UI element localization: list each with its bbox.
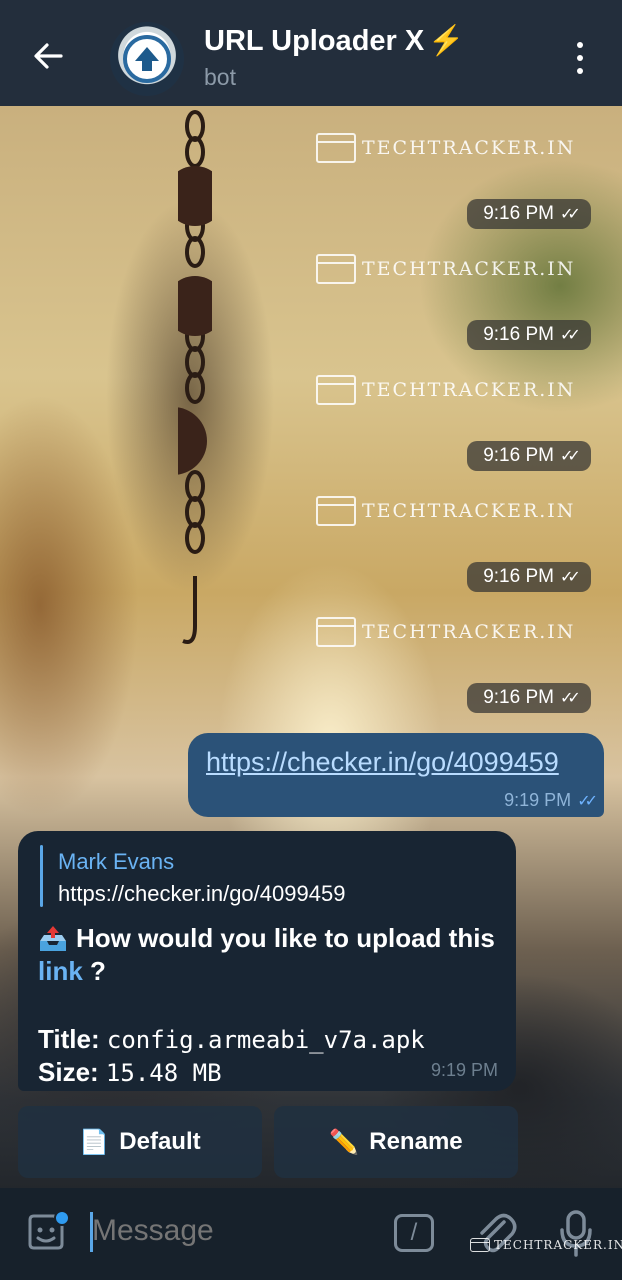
message-link[interactable]: https://checker.in/go/4099459 [206, 747, 559, 778]
chat-area[interactable]: TECHTRACKER.IN 9:16 PM ✓✓ TECHTRACKER.IN … [0, 106, 622, 1188]
chat-header: URL Uploader X ⚡ bot [0, 0, 622, 106]
arrow-left-icon [34, 43, 63, 69]
default-button-label: Default [119, 1128, 201, 1155]
outbox-tray-icon [40, 925, 66, 951]
chat-subtitle: bot [204, 64, 236, 90]
file-title: Title: config.armeabi_v7a.apk [38, 1024, 425, 1054]
incoming-message[interactable]: Mark Evans https://checker.in/go/4099459… [18, 831, 516, 1091]
lightning-emoji: ⚡ [428, 25, 465, 57]
chat-title[interactable]: URL Uploader X ⚡ [204, 24, 464, 58]
message-time: 9:19 PM ✓✓ [504, 790, 598, 810]
message-time: 9:16 PM ✓✓ [467, 199, 591, 229]
question-text: How would you like to upload this [38, 923, 495, 954]
watermark: TECHTRACKER.IN [316, 494, 575, 528]
rename-button-label: Rename [369, 1128, 463, 1155]
avatar[interactable] [110, 22, 184, 96]
notification-dot [54, 1210, 70, 1226]
default-button[interactable]: 📄 Default [18, 1106, 262, 1178]
file-size: Size: 15.48 MB [38, 1057, 222, 1087]
background-chain-decoration [178, 110, 212, 644]
double-check-icon: ✓✓ [577, 792, 598, 810]
message-time: 9:16 PM ✓✓ [467, 441, 591, 471]
corner-watermark: TECHTRACKER.IN [470, 1238, 622, 1252]
outgoing-message[interactable]: https://checker.in/go/4099459 9:19 PM ✓✓ [188, 733, 604, 817]
message-time: 9:19 PM [430, 1060, 498, 1080]
reply-quote-bar [40, 845, 43, 907]
reply-text[interactable]: https://checker.in/go/4099459 [58, 881, 345, 907]
bot-command-icon[interactable]: / [394, 1214, 434, 1252]
reply-sender[interactable]: Mark Evans [58, 849, 174, 875]
question-text-continued: link ? [38, 956, 106, 986]
rename-button[interactable]: ✏️ Rename [274, 1106, 518, 1178]
message-time: 9:16 PM ✓✓ [467, 320, 591, 350]
message-time: 9:16 PM ✓✓ [467, 683, 591, 713]
message-input[interactable] [92, 1214, 372, 1248]
question-link[interactable]: link [38, 956, 83, 986]
back-button[interactable] [26, 34, 70, 78]
document-icon: 📄 [79, 1128, 110, 1156]
double-check-icon: ✓✓ [559, 690, 581, 707]
more-vertical-icon[interactable] [562, 38, 598, 78]
watermark: TECHTRACKER.IN [316, 615, 575, 649]
double-check-icon: ✓✓ [559, 448, 581, 465]
double-check-icon: ✓✓ [559, 206, 581, 223]
watermark: TECHTRACKER.IN [316, 252, 575, 286]
pencil-icon: ✏️ [329, 1128, 360, 1156]
upload-arrow-icon [123, 35, 171, 83]
double-check-icon: ✓✓ [559, 327, 581, 344]
message-time: 9:16 PM ✓✓ [467, 562, 591, 592]
double-check-icon: ✓✓ [559, 569, 581, 586]
watermark: TECHTRACKER.IN [316, 373, 575, 407]
message-input-bar: / [0, 1188, 622, 1280]
watermark: TECHTRACKER.IN [316, 131, 575, 165]
